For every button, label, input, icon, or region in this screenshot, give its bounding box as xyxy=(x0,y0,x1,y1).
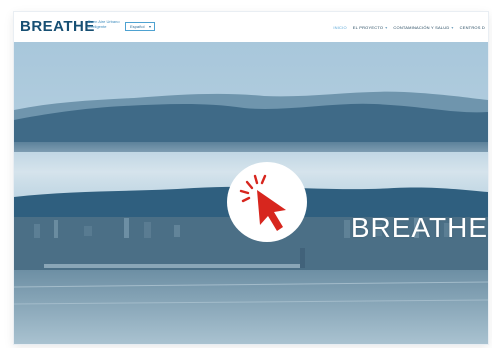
language-select[interactable]: Español ▾ xyxy=(125,22,155,31)
nav-item-label: CENTROS D xyxy=(459,24,485,30)
language-selected-value: Español xyxy=(130,24,145,29)
click-cursor-icon[interactable] xyxy=(214,149,320,255)
nav-item-label: CONTAMINACIÓN Y SALUD xyxy=(393,24,450,30)
nav-item-centros[interactable]: CENTROS D xyxy=(457,25,488,30)
chevron-down-icon: ▾ xyxy=(148,24,151,29)
nav-item-label: INICIO xyxy=(333,24,347,30)
site-logo[interactable]: BREATHE xyxy=(20,18,95,35)
browser-frame: BREATHE Buen Aire Urbano Inteligente Esp… xyxy=(14,12,488,344)
nav-item-contaminacion-y-salud[interactable]: CONTAMINACIÓN Y SALUD ▾ xyxy=(390,25,456,30)
chevron-down-icon: ▾ xyxy=(451,24,454,30)
nav-item-label: EL PROYECTO xyxy=(352,24,384,30)
site-header: BREATHE Buen Aire Urbano Inteligente Esp… xyxy=(14,12,488,42)
nav-item-el-proyecto[interactable]: EL PROYECTO ▾ xyxy=(350,25,391,30)
main-nav: INICIO EL PROYECTO ▾ CONTAMINACIÓN Y SAL… xyxy=(330,12,488,42)
chevron-down-icon: ▾ xyxy=(385,24,388,30)
nav-item-inicio[interactable]: INICIO xyxy=(330,25,349,30)
site-tagline: Buen Aire Urbano Inteligente xyxy=(88,19,120,29)
hero-brand-title: BREATHE xyxy=(350,212,488,243)
